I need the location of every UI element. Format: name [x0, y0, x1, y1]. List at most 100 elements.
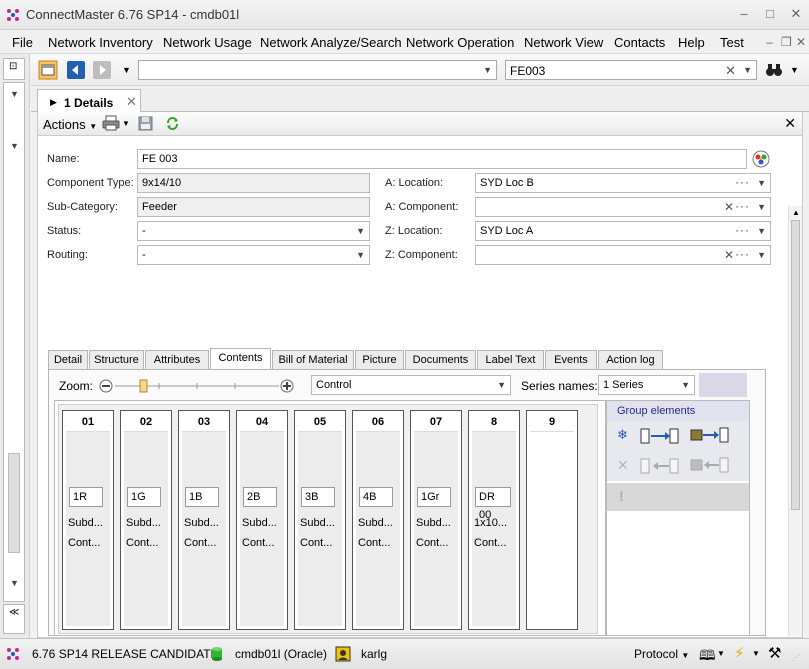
menu-network-analyze-search[interactable]: Network Analyze/Search — [260, 35, 402, 50]
forward-arrow-icon[interactable] — [92, 60, 112, 80]
slot-code-field[interactable]: 1B — [185, 487, 219, 507]
slot-code-field[interactable]: 1R — [69, 487, 103, 507]
clear-field-icon[interactable]: ✕ — [724, 200, 734, 214]
chevron-down-icon[interactable]: ▼ — [483, 65, 492, 75]
protocol-button[interactable]: Protocol ▼ — [634, 647, 689, 661]
series-names-select[interactable]: 1 Series ▼ — [598, 375, 695, 395]
slot-02[interactable]: 02 1G Subd... Cont... — [120, 410, 172, 630]
binoculars-icon[interactable] — [764, 60, 784, 80]
z-location-field[interactable]: SYD Loc A ··· ▼ — [475, 221, 771, 241]
history-dropdown-icon[interactable]: ▼ — [122, 65, 131, 75]
zoom-slider[interactable] — [99, 377, 295, 395]
refresh-icon[interactable] — [165, 116, 180, 131]
routing-select[interactable]: - ▼ — [137, 245, 370, 265]
slot-code-field[interactable]: DR 00 — [475, 487, 511, 521]
slot-05[interactable]: 05 3B Subd... Cont... — [294, 410, 346, 630]
book-icon[interactable]: 🕮 — [699, 645, 716, 669]
slot-01[interactable]: 01 1R Subd... Cont... — [62, 410, 114, 630]
a-location-field[interactable]: SYD Loc B ··· ▼ — [475, 173, 771, 193]
scroll-thumb[interactable] — [8, 453, 20, 553]
slot-04[interactable]: 04 2B Subd... Cont... — [236, 410, 288, 630]
menu-help[interactable]: Help — [678, 35, 705, 50]
chevron-down-icon[interactable]: ▼ — [757, 178, 766, 188]
scroll-down-icon[interactable]: ▼ — [10, 89, 19, 99]
a-component-field[interactable]: ✕ ··· ▼ — [475, 197, 771, 217]
book-dropdown-icon[interactable]: ▼ — [717, 649, 725, 658]
address-combo[interactable]: ▼ — [138, 60, 497, 80]
tab-detail[interactable]: Detail — [48, 350, 88, 369]
menu-file[interactable]: File — [12, 35, 33, 50]
back-arrow-icon[interactable] — [66, 60, 86, 80]
browse-dots-icon[interactable]: ··· — [735, 199, 750, 213]
browse-dots-icon[interactable]: ··· — [735, 175, 750, 189]
menu-network-view[interactable]: Network View — [524, 35, 603, 50]
lightning-dropdown-icon[interactable]: ▼ — [752, 649, 760, 658]
slot-9[interactable]: 9 — [526, 410, 578, 630]
delete-icon[interactable]: ✕ — [617, 457, 629, 474]
scroll-down-icon[interactable]: ▼ — [10, 141, 19, 151]
ungroup-icon[interactable] — [639, 457, 679, 475]
tools-icon[interactable]: ⚒ — [768, 644, 781, 662]
chevron-down-icon[interactable]: ▼ — [757, 226, 766, 236]
slot-8[interactable]: 8 DR 00 1x10... Cont... — [468, 410, 520, 630]
save-icon[interactable] — [138, 116, 153, 131]
slot-07[interactable]: 07 1Gr Subd... Cont... — [410, 410, 462, 630]
side-panel-scrollbar[interactable]: ▼ ▼ ▼ — [3, 82, 25, 602]
tab-label-text[interactable]: Label Text — [477, 350, 544, 369]
slot-06[interactable]: 06 4B Subd... Cont... — [352, 410, 404, 630]
status-select[interactable]: - ▼ — [137, 221, 370, 241]
mdi-restore-icon[interactable]: ❐ — [781, 35, 792, 49]
search-combo[interactable]: FE003 ✕ ▼ — [505, 60, 757, 80]
scroll-down-icon[interactable]: ▼ — [10, 578, 19, 588]
scroll-up-icon[interactable]: ▲ — [792, 208, 800, 217]
home-view-icon[interactable] — [38, 60, 58, 80]
z-component-field[interactable]: ✕ ··· ▼ — [475, 245, 771, 265]
close-tab-icon[interactable]: ✕ — [126, 94, 137, 110]
view-mode-select[interactable]: Control ▼ — [311, 375, 511, 395]
tab-bill-of-material[interactable]: Bill of Material — [272, 350, 354, 369]
clear-search-icon[interactable]: ✕ — [725, 63, 736, 79]
menu-test[interactable]: Test — [720, 35, 744, 50]
resize-grip-icon[interactable]: ⋰ — [792, 653, 800, 662]
chevron-down-icon[interactable]: ▼ — [497, 380, 506, 390]
tab-1-details[interactable]: ▶ 1 Details ✕ — [37, 89, 141, 113]
color-wheel-icon[interactable] — [752, 150, 770, 168]
exclamation-icon[interactable]: ! — [619, 488, 624, 504]
lightning-icon[interactable]: ⚡ — [734, 644, 745, 662]
print-icon[interactable] — [102, 115, 120, 131]
pin-panel-button[interactable]: ⊡ — [3, 58, 25, 80]
group-into-icon[interactable] — [639, 427, 679, 445]
menu-network-operation[interactable]: Network Operation — [406, 35, 514, 50]
close-window-icon[interactable]: ✕ — [788, 6, 804, 22]
expand-panel-button[interactable]: ≪ — [3, 604, 25, 634]
menu-network-inventory[interactable]: Network Inventory — [48, 35, 153, 50]
print-dropdown-icon[interactable]: ▼ — [122, 119, 130, 128]
chevron-down-icon[interactable]: ▼ — [757, 250, 766, 260]
chevron-down-icon[interactable]: ▼ — [356, 226, 365, 236]
menu-network-usage[interactable]: Network Usage — [163, 35, 252, 50]
actions-menu-button[interactable]: Actions ▼ — [43, 117, 97, 132]
tab-documents[interactable]: Documents — [405, 350, 476, 369]
clear-field-icon[interactable]: ✕ — [724, 248, 734, 262]
tab-picture[interactable]: Picture — [355, 350, 404, 369]
slot-code-field[interactable]: 1Gr — [417, 487, 451, 507]
name-field[interactable]: FE 003 — [137, 149, 747, 169]
tab-contents[interactable]: Contents — [210, 348, 271, 370]
close-details-icon[interactable]: ✕ — [784, 115, 796, 132]
mdi-minimize-icon[interactable]: – — [766, 35, 773, 49]
group-all-into-icon[interactable] — [689, 426, 729, 444]
tab-structure[interactable]: Structure — [89, 350, 144, 369]
maximize-icon[interactable]: □ — [762, 6, 778, 22]
slot-code-field[interactable]: 3B — [301, 487, 335, 507]
chevron-down-icon[interactable]: ▼ — [743, 65, 752, 75]
form-vertical-scrollbar[interactable]: ▲ — [788, 206, 802, 636]
browse-dots-icon[interactable]: ··· — [735, 247, 750, 261]
tab-attributes[interactable]: Attributes — [145, 350, 209, 369]
minimize-icon[interactable]: – — [736, 6, 752, 22]
search-options-dropdown-icon[interactable]: ▼ — [790, 65, 799, 75]
tab-action-log[interactable]: Action log — [598, 350, 663, 369]
slot-03[interactable]: 03 1B Subd... Cont... — [178, 410, 230, 630]
chevron-down-icon[interactable]: ▼ — [681, 380, 690, 390]
slot-code-field[interactable]: 4B — [359, 487, 393, 507]
tab-events[interactable]: Events — [545, 350, 597, 369]
